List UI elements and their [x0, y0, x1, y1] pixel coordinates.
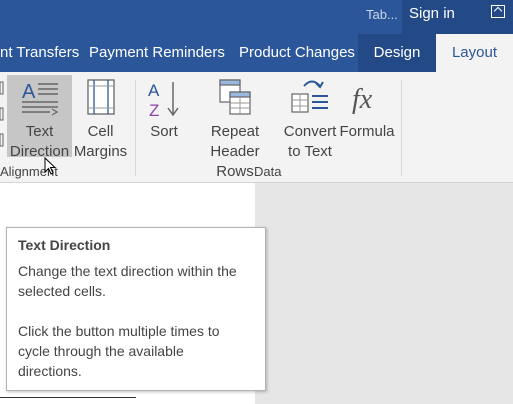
convert-to-text-icon [291, 80, 328, 113]
group-separator [401, 80, 402, 176]
button-label: Text Direction [9, 123, 70, 160]
repeat-header-rows-button[interactable]: Repeat Header Rows [190, 75, 280, 180]
restore-window-icon[interactable] [491, 5, 505, 18]
tab-label: Design [373, 44, 421, 61]
cell-margins-button[interactable]: Cell Margins [72, 75, 129, 160]
tab-label: Layout [451, 44, 498, 61]
text-direction-icon: A [22, 81, 59, 116]
data-group-label: Data [254, 164, 282, 179]
tab-layout[interactable]: Layout [436, 34, 513, 72]
tooltip-description: Change the text direction within the sel… [18, 263, 237, 299]
window-title: Tab... [366, 7, 398, 22]
button-label: Cell Margins [73, 123, 128, 160]
table-border-line [0, 397, 136, 398]
tab-product-changes[interactable]: Product Changes [239, 34, 355, 72]
button-label: Formula [339, 123, 395, 140]
repeat-header-rows-icon [219, 79, 251, 115]
svg-text:Z: Z [149, 101, 159, 120]
tooltip-hint: Click the button multiple times to cycle… [18, 323, 220, 379]
svg-text:fx: fx [352, 84, 373, 115]
group-separator [135, 80, 136, 176]
mouse-cursor-icon [44, 157, 57, 175]
tab-label: Product Changes [239, 44, 355, 61]
text-direction-tooltip: Text Direction Change the text direction… [6, 227, 266, 391]
tab-label: Payment Reminders [89, 44, 225, 61]
ribbon: A Text Direction Cell Margins Alignment [0, 72, 513, 183]
button-label: Sort [150, 123, 178, 140]
tab-transfers[interactable]: nt Transfers [0, 34, 80, 72]
text-direction-button[interactable]: A Text Direction [7, 75, 72, 160]
convert-to-text-button[interactable]: Convert to Text [282, 75, 338, 160]
svg-text:A: A [148, 81, 160, 100]
sort-button[interactable]: A Z Sort [142, 75, 186, 157]
tab-payment-reminders[interactable]: Payment Reminders [89, 34, 225, 72]
tab-label: nt Transfers [0, 44, 80, 61]
cell-margins-icon [87, 79, 115, 115]
svg-text:A: A [22, 81, 36, 103]
sign-in-link[interactable]: Sign in [409, 5, 455, 22]
sort-az-icon: A Z [148, 81, 179, 120]
button-label: Convert to Text [283, 123, 337, 160]
sign-in-area[interactable]: Sign in [402, 0, 513, 34]
cell-alignment-icon[interactable] [0, 80, 4, 150]
title-bar: Tab... Sign in [0, 0, 513, 34]
tooltip-title: Text Direction [18, 237, 111, 253]
ribbon-tab-bar: nt Transfers Payment Reminders Product C… [0, 34, 513, 72]
formula-fx-icon: fx [352, 84, 373, 115]
formula-button[interactable]: fx Formula [338, 75, 396, 157]
tab-design[interactable]: Design [358, 34, 436, 72]
